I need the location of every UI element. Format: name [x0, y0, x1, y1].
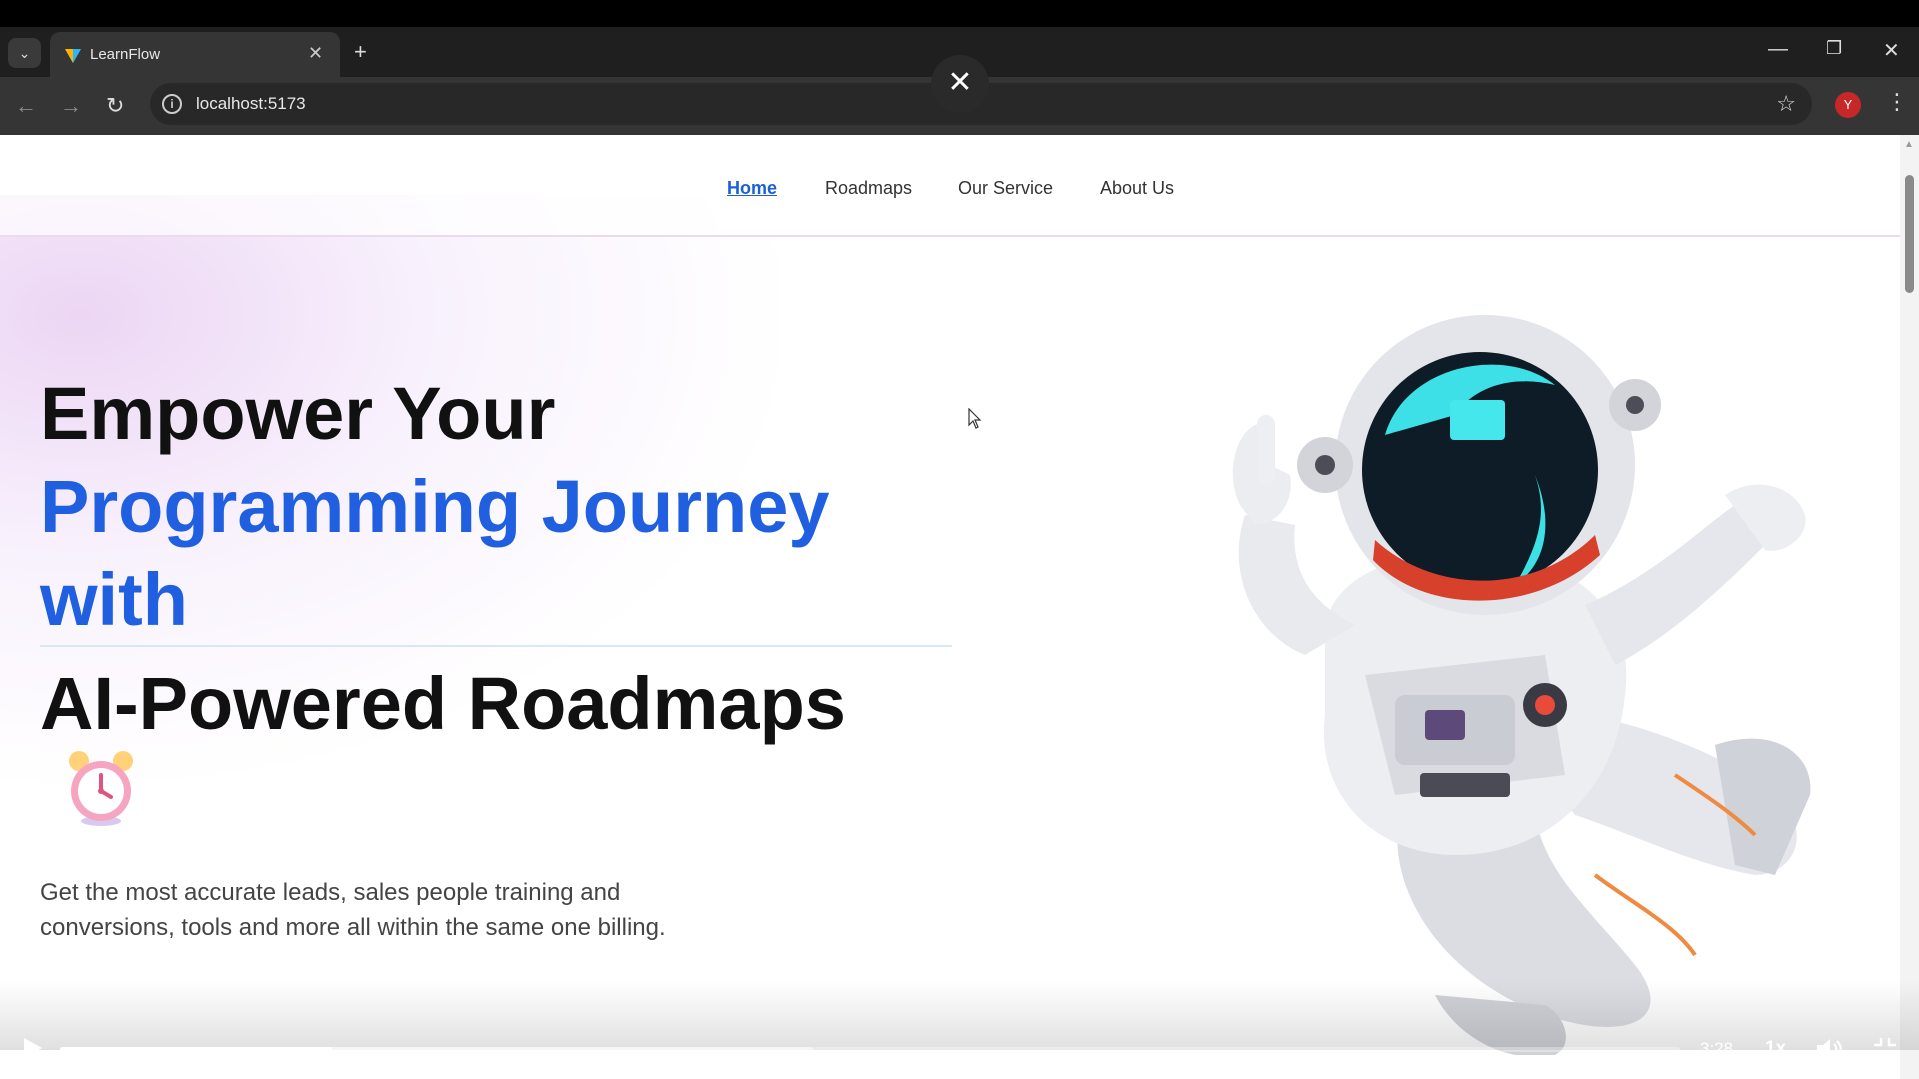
star-icon[interactable]: ☆	[1776, 91, 1796, 117]
volume-icon[interactable]	[1815, 1036, 1843, 1062]
restore-icon[interactable]: ❐	[1826, 38, 1842, 59]
hero-subtitle-line2: conversions, tools and more all within t…	[40, 914, 666, 941]
exit-fullscreen-icon[interactable]	[1872, 1036, 1898, 1062]
mouse-cursor-icon	[968, 408, 982, 429]
kebab-menu-icon[interactable]: ⋮	[1886, 89, 1908, 115]
tab-list-icon[interactable]: ⌄	[8, 38, 41, 68]
forward-icon[interactable]: →	[60, 93, 82, 119]
minimize-icon[interactable]: —	[1768, 38, 1788, 61]
hero-title-line1: Empower Your	[40, 372, 556, 455]
reload-icon[interactable]: ↻	[106, 93, 124, 119]
video-controls: 3:28 1x	[0, 1030, 1919, 1079]
avatar[interactable]: Y	[1835, 92, 1861, 118]
scroll-thumb[interactable]	[1905, 175, 1914, 293]
play-icon[interactable]	[20, 1036, 44, 1060]
web-page: Home Roadmaps Our Service About Us Empow…	[0, 135, 1900, 1079]
hero-divider	[40, 645, 952, 647]
top-black-bar	[0, 0, 1919, 27]
scroll-up-icon[interactable]: ▲	[1904, 139, 1914, 150]
hero-subtitle: Get the most accurate leads, sales peopl…	[40, 875, 760, 945]
close-icon[interactable]: ✕	[308, 43, 323, 64]
hero-title-line2: Programming Journey	[40, 465, 830, 548]
back-icon[interactable]: ←	[15, 93, 37, 119]
astronaut-illustration	[1232, 315, 1811, 1055]
plus-icon[interactable]: +	[354, 39, 367, 65]
site-info-icon[interactable]: i	[162, 94, 182, 114]
page-scrollbar[interactable]: ▲	[1900, 135, 1919, 1079]
hero-title-line4: AI-Powered Roadmaps	[40, 662, 846, 745]
nav-our-service[interactable]: Our Service	[958, 178, 1053, 199]
url-text[interactable]: localhost:5173	[196, 94, 306, 114]
alarm-clock-icon	[69, 751, 133, 826]
tab-title: LearnFlow	[90, 46, 161, 63]
video-progress-bar[interactable]	[60, 1047, 1680, 1052]
nav-home[interactable]: Home	[727, 178, 777, 199]
learnflow-favicon	[65, 49, 81, 63]
close-window-icon[interactable]: ✕	[1883, 38, 1900, 63]
hero-title-line3: with	[40, 558, 188, 641]
overlay-close-button[interactable]: ✕	[931, 55, 989, 113]
video-progress-fill	[60, 1047, 333, 1052]
nav-about-us[interactable]: About Us	[1100, 178, 1174, 199]
video-time: 3:28	[1700, 1039, 1734, 1058]
nav-roadmaps[interactable]: Roadmaps	[825, 178, 912, 199]
tab-learnflow[interactable]: LearnFlow ✕	[50, 32, 340, 77]
hero-subtitle-line1: Get the most accurate leads, sales peopl…	[40, 879, 621, 906]
hero-title: Empower Your Programming Journey with	[40, 367, 830, 646]
playback-speed-button[interactable]: 1x	[1765, 1038, 1786, 1060]
site-navbar: Home Roadmaps Our Service About Us	[0, 135, 1900, 237]
